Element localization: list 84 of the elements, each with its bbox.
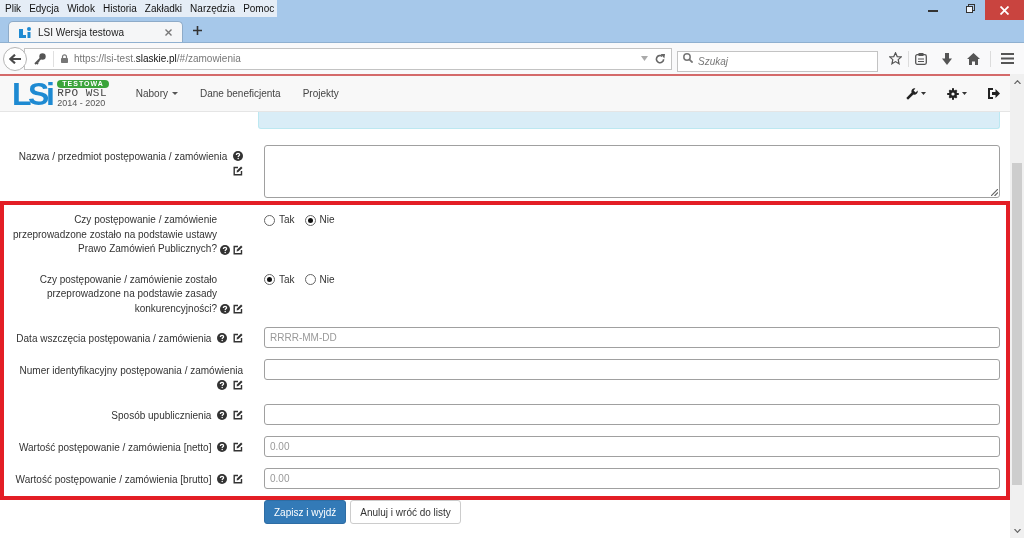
menu-item[interactable]: Narzędzia [190, 0, 236, 17]
text-field[interactable]: RRRR-MM-DD [264, 327, 1000, 348]
url-text[interactable]: https://lsi-test.slaskie.pl/#/zamowienia [74, 51, 241, 66]
restore-icon[interactable] [966, 4, 975, 13]
gear-icon[interactable] [947, 87, 959, 100]
resize-grip-icon[interactable] [991, 189, 998, 196]
edit-icon[interactable] [233, 333, 243, 343]
option-label[interactable]: Tak [279, 213, 295, 228]
field-label: Czy postępowanie / zamówienie przeprowadzone zostało na podstawie ustawy Prawo Zamówień Publicznych? [12, 213, 217, 256]
close-tab-icon[interactable] [165, 28, 172, 36]
edit-icon[interactable] [233, 474, 243, 484]
menu-item[interactable]: Zakładki [144, 0, 183, 17]
text-field[interactable]: 0.00 [264, 468, 1000, 489]
edit-icon[interactable] [233, 410, 243, 420]
help-icon[interactable] [233, 151, 243, 161]
cancel-button[interactable]: Anuluj i wróć do listy [350, 500, 461, 524]
option-label[interactable]: Nie [319, 272, 335, 287]
field-label: Czy postępowanie / zamówienie zostało przeprowadzone na podstawie zasady konkurencyjności? [38, 272, 217, 316]
text-field[interactable] [264, 359, 1000, 380]
help-icon[interactable] [220, 304, 230, 314]
years-label: 2014 - 2020 [57, 97, 106, 108]
clipboard-icon[interactable] [915, 52, 927, 65]
lock-icon [61, 54, 68, 63]
caret-icon[interactable] [921, 92, 926, 95]
download-icon[interactable] [942, 52, 952, 65]
help-icon[interactable] [220, 244, 230, 255]
new-tab-plus-icon[interactable] [193, 26, 202, 35]
field-label: Sposób upublicznienia [111, 410, 212, 421]
address-bar[interactable]: https://lsi-test.slaskie.pl/#/zamowienia [24, 47, 672, 70]
nav-link[interactable]: Nabory [124, 86, 189, 101]
logout-icon[interactable] [988, 88, 1000, 99]
field-label: Data wszczęcia postępowania / zamówienia [16, 333, 212, 344]
scroll-up-icon[interactable] [1013, 80, 1021, 84]
menu-item[interactable]: Pomoc [243, 0, 275, 17]
edit-icon[interactable] [233, 165, 243, 176]
menu-icon[interactable] [1001, 53, 1014, 64]
text-field[interactable]: 0.00 [264, 436, 1000, 457]
save-button[interactable]: Zapisz i wyjdź [264, 500, 347, 524]
field-label: Nazwa / przedmiot postępowania / zamówienia [18, 151, 228, 162]
back-arrow-icon[interactable] [9, 53, 21, 64]
help-icon[interactable] [217, 333, 228, 343]
back-button[interactable] [3, 46, 27, 71]
field-label: Numer identyfikacyjny postępowania / zamówienia [19, 365, 243, 376]
edit-icon[interactable] [233, 442, 243, 452]
home-icon[interactable] [967, 52, 980, 65]
close-window-button[interactable] [985, 0, 1024, 20]
help-icon[interactable] [217, 410, 228, 420]
nav-link[interactable]: Dane beneficjenta [189, 86, 292, 101]
help-icon[interactable] [217, 442, 228, 452]
reload-icon[interactable] [655, 53, 665, 64]
field-label: Wartość postępowanie / zamówienia [netto] [18, 442, 212, 453]
scroll-down-icon[interactable] [1013, 529, 1021, 533]
nav-link[interactable]: Projekty [291, 86, 350, 101]
menu-item[interactable]: Edycja [29, 0, 60, 17]
search-icon[interactable] [683, 53, 693, 63]
search-field[interactable]: Szukaj [677, 51, 878, 72]
scrollbar[interactable] [1010, 74, 1024, 538]
edit-icon[interactable] [233, 304, 243, 314]
key-icon[interactable] [34, 52, 46, 65]
site-favicon-icon [19, 26, 31, 38]
help-icon[interactable] [217, 379, 228, 390]
option-label[interactable]: Nie [319, 213, 335, 228]
wrench-icon[interactable] [906, 87, 918, 100]
edit-icon[interactable] [233, 379, 243, 390]
textarea-field[interactable] [264, 145, 1000, 198]
browser-tab[interactable]: LSI Wersja testowa [8, 21, 183, 42]
edit-icon[interactable] [233, 244, 243, 255]
close-icon[interactable] [1000, 5, 1009, 15]
star-icon[interactable] [889, 52, 902, 65]
scrollbar-thumb[interactable] [1012, 163, 1022, 485]
menu-item[interactable]: Historia [102, 0, 137, 17]
text-field[interactable] [264, 404, 1000, 425]
program-name: RPO WSL [57, 87, 107, 98]
radio-button[interactable] [304, 214, 316, 226]
radio-button[interactable] [304, 274, 316, 286]
radio-button[interactable] [264, 214, 275, 226]
menu-item[interactable]: Plik [5, 0, 22, 17]
menu-item[interactable]: Widok [67, 0, 95, 17]
help-icon[interactable] [217, 474, 228, 484]
caret-icon[interactable] [962, 92, 967, 95]
option-label[interactable]: Tak [279, 272, 295, 287]
radio-button[interactable] [264, 274, 275, 286]
field-label: Wartość postępowanie / zamówienia [brutto] [15, 474, 212, 485]
logo-mark: LSi [12, 78, 52, 109]
